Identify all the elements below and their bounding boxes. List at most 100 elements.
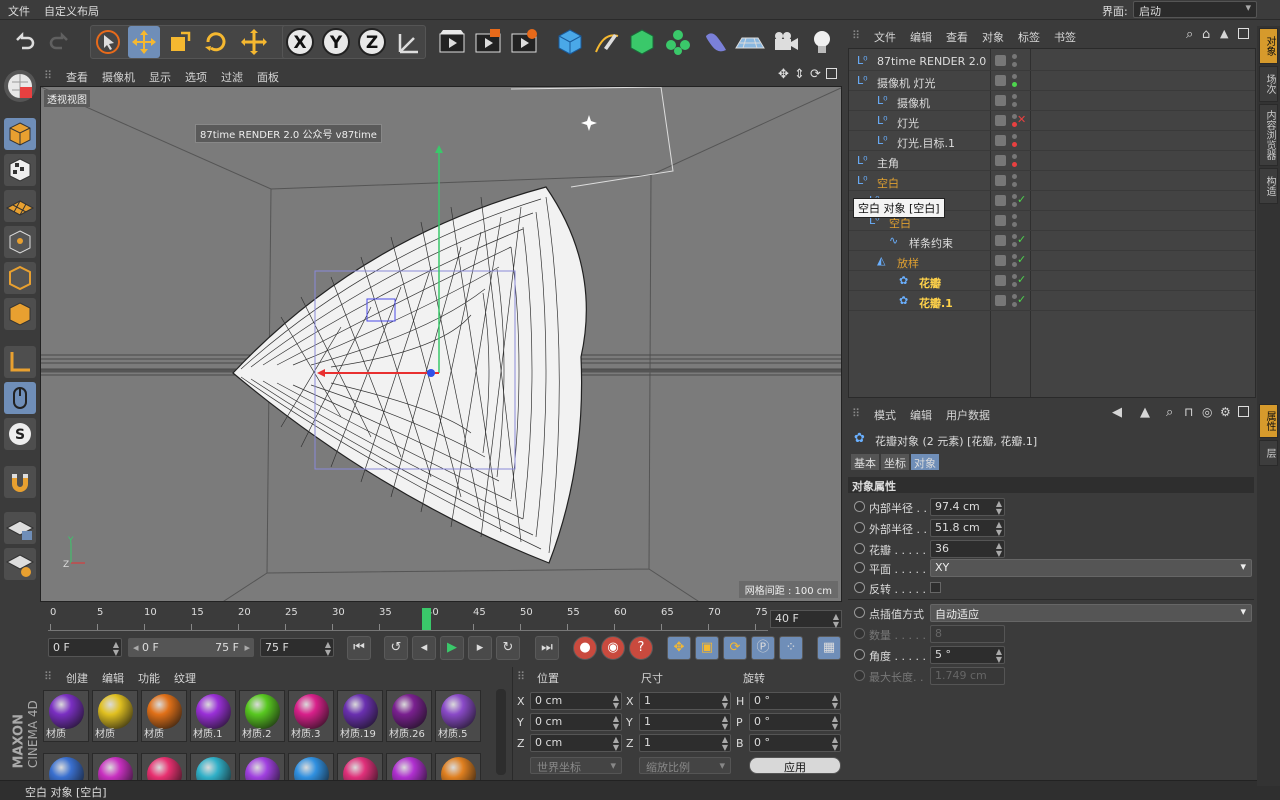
range-slider[interactable]: ◂ 0 F 75 F ▸ — [128, 638, 254, 657]
rotate-view-icon[interactable]: ⟳ — [810, 67, 821, 82]
redo-button[interactable] — [44, 26, 76, 58]
x-axis-lock-button[interactable]: X — [284, 26, 316, 58]
target-icon[interactable]: ◎ — [1202, 405, 1212, 419]
material-swatch[interactable] — [337, 753, 383, 780]
object-name[interactable]: 主角 — [877, 155, 899, 171]
pan-view-icon[interactable]: ✥ — [778, 67, 789, 82]
animate-radio[interactable] — [854, 562, 865, 573]
material-swatch[interactable] — [43, 753, 89, 780]
material-scrollbar[interactable] — [496, 689, 506, 775]
editor-visibility-dot[interactable] — [1012, 214, 1017, 219]
cube-primitive-icon[interactable] — [554, 26, 586, 58]
model-mode-icon[interactable] — [4, 118, 36, 150]
viewport-menu-filter[interactable]: 过滤 — [221, 69, 243, 85]
search-icon[interactable]: ⌕ — [1186, 27, 1193, 42]
max-length-field[interactable]: 1.749 cm — [930, 667, 1005, 685]
position-x-field[interactable]: 0 cm ▲ ▼ — [530, 692, 622, 710]
petals-field[interactable]: 36 ▲ ▼ — [930, 540, 1005, 558]
animate-radio[interactable] — [854, 582, 865, 593]
animate-radio[interactable] — [854, 649, 865, 660]
floor-icon[interactable] — [734, 26, 766, 58]
viewport-menu-options[interactable]: 选项 — [185, 69, 207, 85]
texture-mode-icon[interactable] — [4, 154, 36, 186]
tab-attributes[interactable]: 属性 — [1259, 404, 1278, 438]
layer-toggle[interactable] — [995, 255, 1006, 266]
position-y-field[interactable]: 0 cm ▲ ▼ — [530, 713, 622, 731]
play-button[interactable]: ▶ — [440, 636, 464, 660]
auto-key-button[interactable]: ◉ — [601, 636, 625, 660]
viewport-menu-view[interactable]: 查看 — [66, 69, 88, 85]
object-row[interactable]: L⁰ 摄像机 — [849, 91, 1255, 111]
y-axis-lock-button[interactable]: Y — [320, 26, 352, 58]
layer-toggle[interactable] — [995, 235, 1006, 246]
scale-mode-select[interactable]: 缩放比例 ▾ — [639, 757, 731, 774]
object-row[interactable]: L⁰ 主角 — [849, 151, 1255, 171]
inner-radius-field[interactable]: 97.4 cm ▲ ▼ — [930, 498, 1005, 516]
object-row[interactable]: L⁰ 灯光.目标.1 — [849, 131, 1255, 151]
om-menu-objects[interactable]: 对象 — [982, 29, 1004, 45]
material-swatch[interactable]: 材质.26 — [386, 690, 432, 742]
editor-visibility-dot[interactable] — [1012, 134, 1017, 139]
move-icon[interactable] — [128, 26, 160, 58]
zoom-view-icon[interactable]: ⇕ — [794, 67, 805, 82]
size-z-field[interactable]: 1 ▲ ▼ — [639, 734, 731, 752]
interpolation-select[interactable]: 自动适应 ▾ — [930, 604, 1252, 622]
angle-field[interactable]: 5 ° ▲ ▼ — [930, 646, 1005, 664]
material-menu-edit[interactable]: 编辑 — [102, 670, 124, 686]
disabled-x-icon[interactable]: ✕ — [1017, 113, 1026, 126]
layer-toggle[interactable] — [995, 215, 1006, 226]
key-parameter-button[interactable]: Ⓟ — [751, 636, 775, 660]
key-help-button[interactable]: ? — [629, 636, 653, 660]
om-menu-view[interactable]: 查看 — [946, 29, 968, 45]
previous-frame-button[interactable]: ◂ — [412, 636, 436, 660]
world-coordinates-select[interactable]: 世界坐标 ▾ — [530, 757, 622, 774]
previous-key-button[interactable]: ↺ — [384, 636, 408, 660]
workplane-icon[interactable] — [4, 190, 36, 222]
search-icon[interactable]: ⌕ — [1166, 405, 1173, 420]
layer-toggle[interactable] — [995, 295, 1006, 306]
layout-select[interactable]: 启动 ▾ — [1133, 1, 1257, 18]
spline-pen-icon[interactable] — [590, 26, 622, 58]
render-settings-icon[interactable] — [508, 26, 540, 58]
om-menu-bookmarks[interactable]: 书签 — [1054, 29, 1076, 45]
up-arrow-icon[interactable]: ▲ — [1140, 405, 1150, 420]
object-name[interactable]: 空白 — [877, 175, 899, 191]
timeline[interactable]: 0 5 10 15 20 25 30 35 40 45 50 55 60 65 70 75 40 F ▲ ▼ — [40, 603, 846, 633]
subdivision-surface-icon[interactable] — [626, 26, 658, 58]
enabled-check-icon[interactable]: ✓ — [1017, 273, 1026, 286]
position-z-field[interactable]: 0 cm ▲ ▼ — [530, 734, 622, 752]
start-frame-field[interactable]: 0 F ▲ ▼ — [48, 638, 122, 657]
key-scale-button[interactable]: ▣ — [695, 636, 719, 660]
render-visibility-dot[interactable] — [1012, 162, 1017, 167]
make-editable-icon[interactable] — [4, 70, 36, 102]
current-frame-field[interactable]: 40 F ▲ ▼ — [770, 610, 842, 629]
material-swatch[interactable]: 材质 — [92, 690, 138, 742]
am-menu-mode[interactable]: 模式 — [874, 407, 896, 423]
new-panel-icon[interactable] — [1238, 28, 1249, 39]
tab-basic[interactable]: 基本 — [851, 454, 879, 470]
tab-layers[interactable]: 层 — [1259, 440, 1278, 466]
material-swatch[interactable]: 材质.3 — [288, 690, 334, 742]
polygons-mode-icon[interactable] — [4, 298, 36, 330]
menu-file[interactable]: 文件 — [8, 3, 30, 19]
key-rotation-button[interactable]: ⟳ — [723, 636, 747, 660]
am-menu-edit[interactable]: 编辑 — [910, 407, 932, 423]
coordinate-system-icon[interactable] — [392, 26, 424, 58]
animate-radio[interactable] — [854, 543, 865, 554]
undo-button[interactable] — [8, 26, 40, 58]
tab-structure[interactable]: 构造 — [1259, 168, 1278, 204]
material-swatch[interactable]: 材质 — [43, 690, 89, 742]
reverse-checkbox[interactable] — [930, 582, 941, 593]
tweak-mode-icon[interactable] — [4, 382, 36, 414]
layer-toggle[interactable] — [995, 155, 1006, 166]
layer-toggle[interactable] — [995, 55, 1006, 66]
object-row[interactable]: L⁰ 87time RENDER 2.0 — [849, 51, 1255, 71]
material-swatch[interactable] — [92, 753, 138, 780]
render-view-icon[interactable] — [436, 26, 468, 58]
layer-toggle[interactable] — [995, 275, 1006, 286]
animate-radio[interactable] — [854, 670, 865, 681]
am-menu-user-data[interactable]: 用户数据 — [946, 407, 990, 423]
enabled-check-icon[interactable]: ✓ — [1017, 253, 1026, 266]
rotation-b-field[interactable]: 0 ° ▲ ▼ — [749, 734, 841, 752]
key-position-button[interactable]: ✥ — [667, 636, 691, 660]
